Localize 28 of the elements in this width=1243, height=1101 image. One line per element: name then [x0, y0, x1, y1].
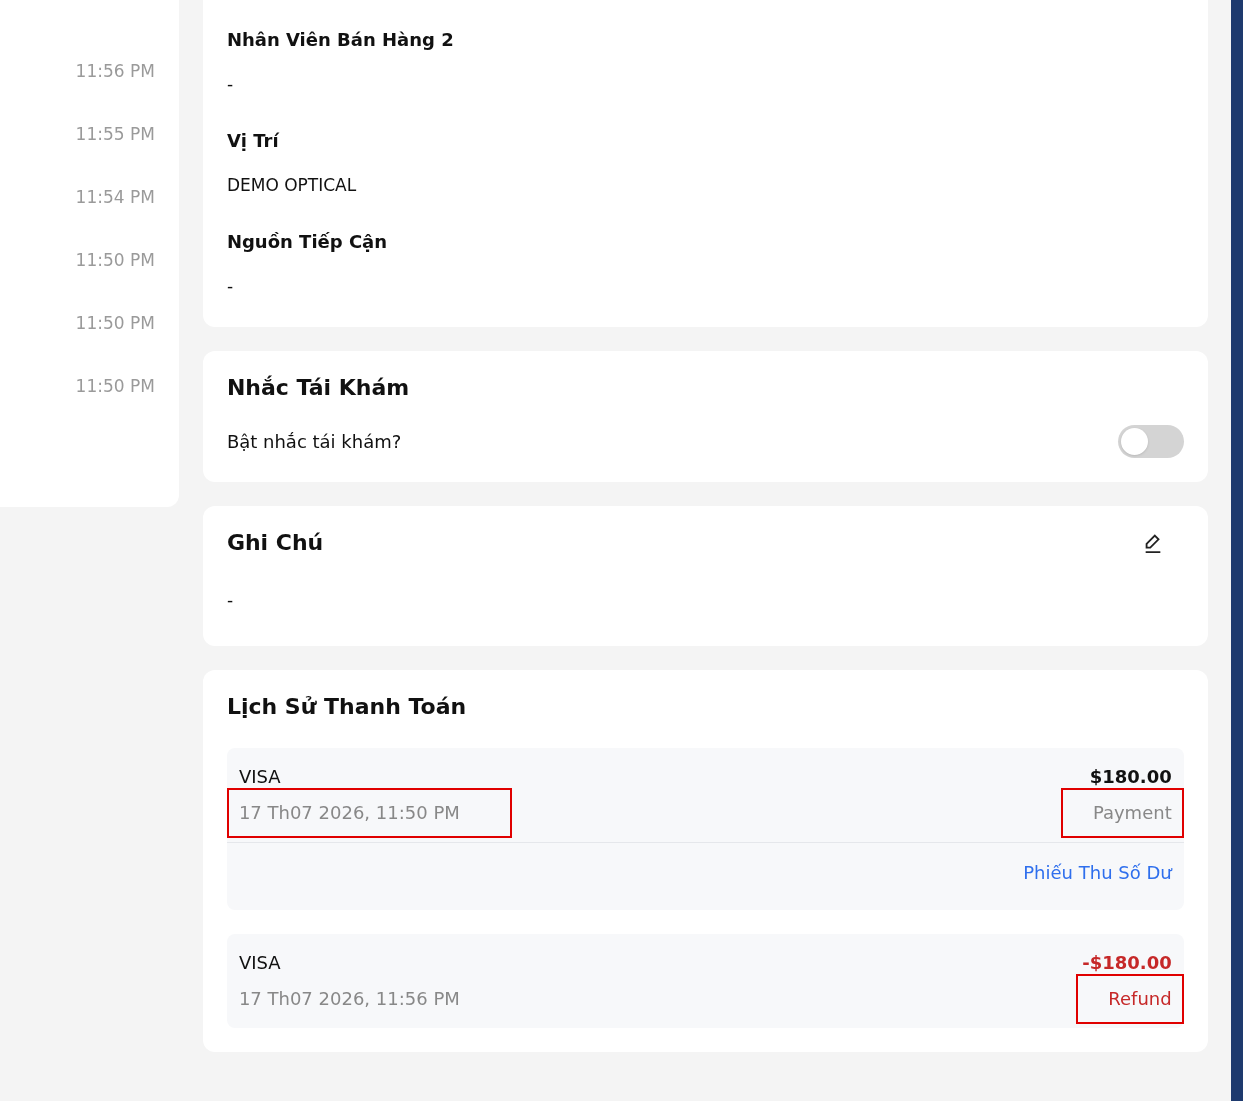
card-title: Nhắc Tái Khám [226, 374, 411, 402]
payment-date: 17 Th07 2026, 11:56 PM [237, 986, 461, 1011]
payment-method: VISA [238, 764, 281, 789]
field-label: Vị Trí [226, 129, 280, 153]
card-title: Ghi Chú [226, 529, 324, 557]
payment-type: Refund [1076, 973, 1184, 1024]
time-label: 11:50 PM [75, 375, 155, 398]
field-value: - [226, 275, 234, 298]
time-label: 11:55 PM [75, 123, 155, 146]
time-label: 11:50 PM [75, 312, 155, 335]
receipt-link[interactable]: Phiếu Thu Số Dư [1023, 858, 1172, 886]
time-label: 11:54 PM [75, 186, 155, 209]
field-value: DEMO OPTICAL [226, 174, 357, 197]
toggle-switch[interactable] [1117, 425, 1184, 458]
payment-amount: -$180.00 [1082, 950, 1172, 975]
time-label: 11:56 PM [75, 60, 155, 83]
time-label: 11:50 PM [75, 249, 155, 272]
field-value: - [226, 73, 234, 96]
field-label: Nhân Viên Bán Hàng 2 [226, 28, 455, 52]
payment-type: Payment [1060, 787, 1184, 838]
payment-amount: $180.00 [1089, 764, 1172, 789]
payment-date: 17 Th07 2026, 11:50 PM [226, 787, 512, 838]
field-label: Nguồn Tiếp Cận [226, 230, 389, 254]
scrollbar[interactable] [1231, 0, 1243, 1101]
card-title: Lịch Sử Thanh Toán [226, 692, 468, 721]
toggle-label: Bật nhắc tái khám? [226, 430, 402, 454]
note-text: - [226, 589, 234, 612]
payment-method: VISA [238, 950, 281, 975]
